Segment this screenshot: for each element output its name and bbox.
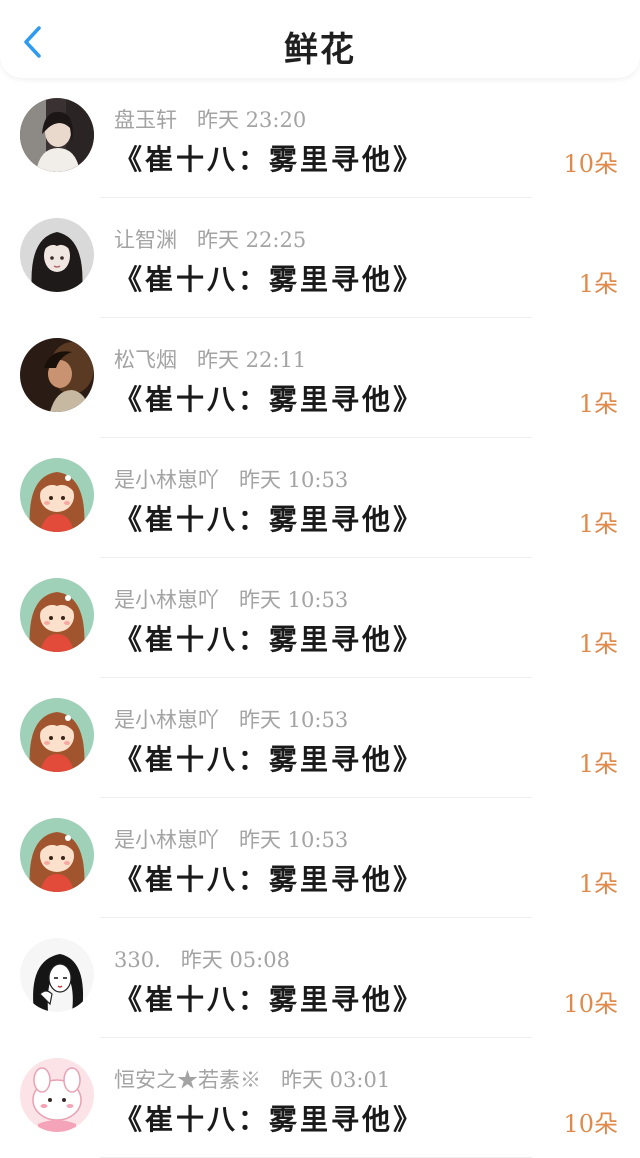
item-meta: 是小林崽吖 昨天 10:53 (114, 704, 348, 734)
item-meta: 恒安之★若素※ 昨天 03:01 (114, 1064, 390, 1094)
send-time: 昨天 10:53 (239, 708, 349, 732)
list-item[interactable]: 恒安之★若素※ 昨天 03:01 《崔十八：雾里寻他》 10朵 (0, 1038, 640, 1158)
item-meta: 是小林崽吖 昨天 10:53 (114, 824, 348, 854)
avatar[interactable] (20, 98, 94, 172)
avatar[interactable] (20, 458, 94, 532)
book-title[interactable]: 《崔十八：雾里寻他》 (114, 618, 424, 658)
sender-name[interactable]: 松飞烟 (114, 348, 177, 372)
flower-count: 10朵 (563, 990, 618, 1018)
list-item[interactable]: 是小林崽吖 昨天 10:53 《崔十八：雾里寻他》 1朵 (0, 798, 640, 918)
flower-count: 10朵 (563, 150, 618, 178)
send-time: 昨天 23:20 (197, 108, 307, 132)
dark-hair-girl-avatar-icon (20, 218, 94, 292)
book-title[interactable]: 《崔十八：雾里寻他》 (114, 858, 424, 898)
sender-name[interactable]: 是小林崽吖 (114, 708, 219, 732)
sender-name[interactable]: 是小林崽吖 (114, 828, 219, 852)
page-title: 鲜花 (284, 30, 356, 70)
night-photo-avatar-icon (20, 338, 94, 412)
list-item[interactable]: 盘玉轩 昨天 23:20 《崔十八：雾里寻他》 10朵 (0, 78, 640, 198)
sender-name[interactable]: 是小林崽吖 (114, 468, 219, 492)
avatar[interactable] (20, 1058, 94, 1132)
sender-name[interactable]: 盘玉轩 (114, 108, 177, 132)
avatar[interactable] (20, 338, 94, 412)
cartoon-girl-avatar-icon (20, 818, 94, 892)
avatar[interactable] (20, 818, 94, 892)
item-meta: 是小林崽吖 昨天 10:53 (114, 584, 348, 614)
flower-count: 10朵 (563, 1110, 618, 1138)
item-meta: 松飞烟 昨天 22:11 (114, 344, 306, 374)
flower-count: 1朵 (578, 390, 618, 418)
list-item[interactable]: 是小林崽吖 昨天 10:53 《崔十八：雾里寻他》 1朵 (0, 678, 640, 798)
sender-name[interactable]: 是小林崽吖 (114, 588, 219, 612)
book-title[interactable]: 《崔十八：雾里寻他》 (114, 378, 424, 418)
book-title[interactable]: 《崔十八：雾里寻他》 (114, 138, 424, 178)
cartoon-girl-avatar-icon (20, 698, 94, 772)
girl-photo-avatar-icon (20, 98, 94, 172)
flower-count: 1朵 (578, 630, 618, 658)
book-title[interactable]: 《崔十八：雾里寻他》 (114, 738, 424, 778)
item-meta: 是小林崽吖 昨天 10:53 (114, 464, 348, 494)
list-item[interactable]: 是小林崽吖 昨天 10:53 《崔十八：雾里寻他》 1朵 (0, 438, 640, 558)
avatar[interactable] (20, 218, 94, 292)
flower-count: 1朵 (578, 270, 618, 298)
flower-list: 盘玉轩 昨天 23:20 《崔十八：雾里寻他》 10朵 让智渊 昨天 22:25 《… (0, 78, 640, 1158)
send-time: 昨天 05:08 (180, 948, 290, 972)
book-title[interactable]: 《崔十八：雾里寻他》 (114, 1098, 424, 1138)
item-meta: 330. 昨天 05:08 (114, 944, 290, 974)
avatar[interactable] (20, 698, 94, 772)
flower-count: 1朵 (578, 870, 618, 898)
list-item[interactable]: 330. 昨天 05:08 《崔十八：雾里寻他》 10朵 (0, 918, 640, 1038)
sender-name[interactable]: 恒安之★若素※ (114, 1068, 261, 1092)
avatar[interactable] (20, 938, 94, 1012)
book-title[interactable]: 《崔十八：雾里寻他》 (114, 258, 424, 298)
sender-name[interactable]: 330. (114, 948, 161, 972)
cartoon-girl-avatar-icon (20, 578, 94, 652)
send-time: 昨天 10:53 (239, 588, 349, 612)
list-item[interactable]: 是小林崽吖 昨天 10:53 《崔十八：雾里寻他》 1朵 (0, 558, 640, 678)
send-time: 昨天 10:53 (239, 468, 349, 492)
top-bar: 鲜花 (0, 0, 640, 78)
book-title[interactable]: 《崔十八：雾里寻他》 (114, 978, 424, 1018)
flower-count: 1朵 (578, 510, 618, 538)
send-time: 昨天 03:01 (281, 1068, 391, 1092)
flower-count: 1朵 (578, 750, 618, 778)
sketch-girl-avatar-icon (20, 938, 94, 1012)
list-item[interactable]: 松飞烟 昨天 22:11 《崔十八：雾里寻他》 1朵 (0, 318, 640, 438)
item-meta: 让智渊 昨天 22:25 (114, 224, 306, 254)
send-time: 昨天 22:25 (197, 228, 307, 252)
avatar[interactable] (20, 578, 94, 652)
send-time: 昨天 22:11 (197, 348, 307, 372)
pink-bunny-avatar-icon (20, 1058, 94, 1132)
send-time: 昨天 10:53 (239, 828, 349, 852)
list-item[interactable]: 让智渊 昨天 22:25 《崔十八：雾里寻他》 1朵 (0, 198, 640, 318)
sender-name[interactable]: 让智渊 (114, 228, 177, 252)
book-title[interactable]: 《崔十八：雾里寻他》 (114, 498, 424, 538)
item-meta: 盘玉轩 昨天 23:20 (114, 104, 306, 134)
cartoon-girl-avatar-icon (20, 458, 94, 532)
